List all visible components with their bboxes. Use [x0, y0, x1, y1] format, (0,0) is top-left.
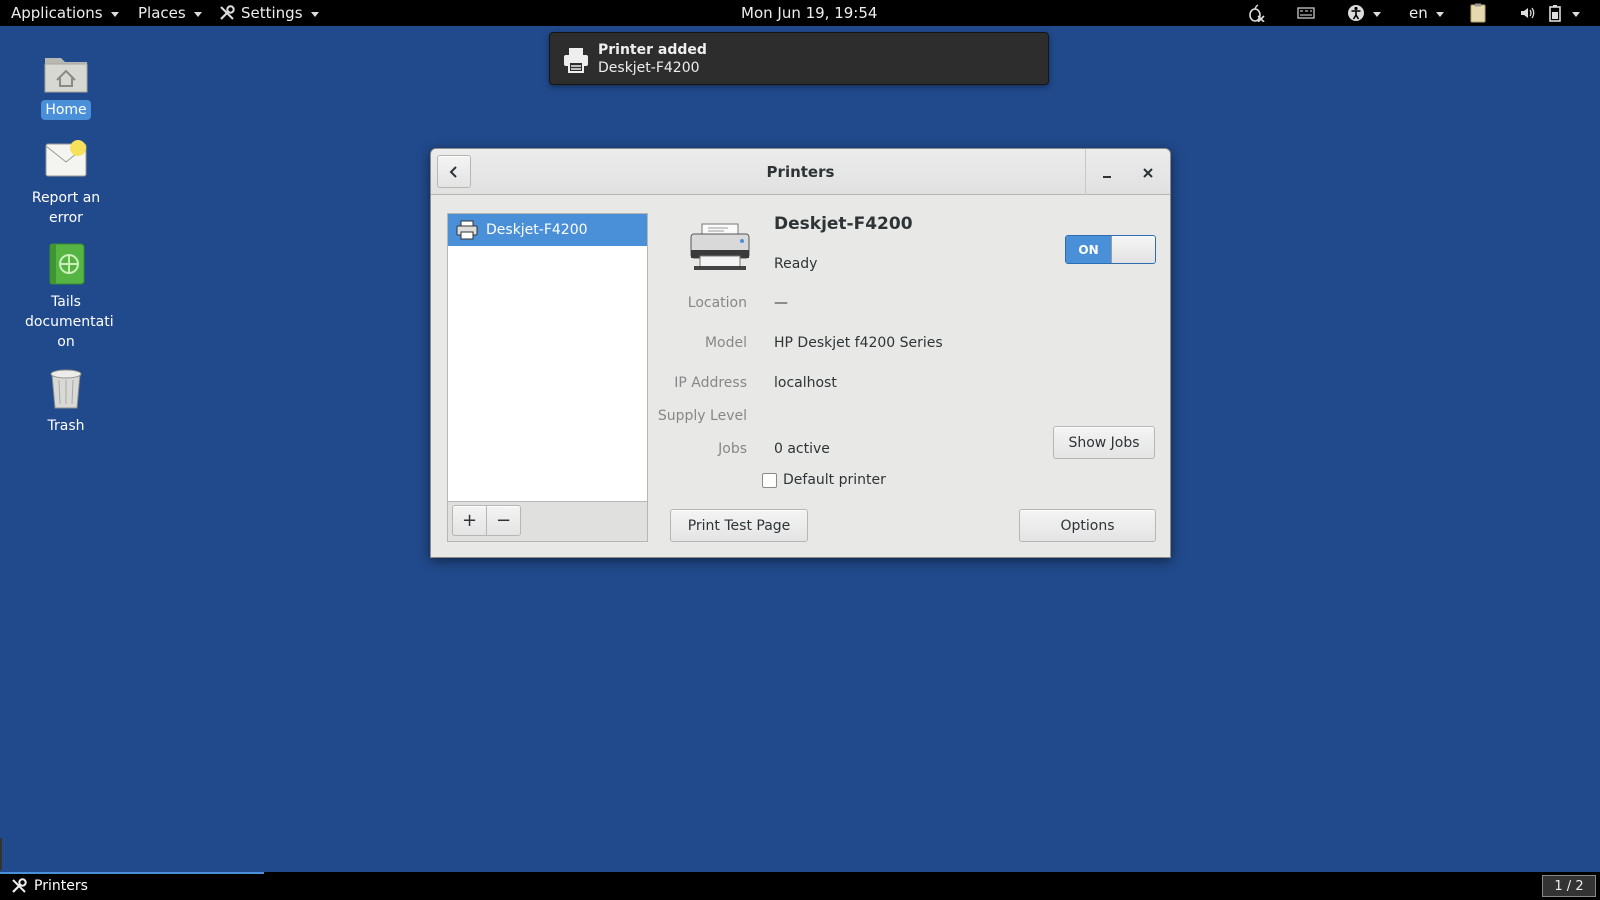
desktop-icon-trash[interactable]: Trash — [16, 364, 116, 436]
printer-icon — [456, 220, 478, 240]
printers-window: Printers Deskjet-F4200 + − Deskjet-F4200… — [430, 148, 1171, 558]
model-label: Model — [704, 335, 747, 351]
printer-list-item-label: Deskjet-F4200 — [486, 222, 588, 238]
places-menu[interactable]: Places — [138, 0, 202, 26]
trash-icon — [42, 364, 90, 412]
chevron-down-icon — [1572, 11, 1580, 17]
applications-menu-label: Applications — [11, 4, 103, 22]
header-separator — [1085, 149, 1086, 195]
close-icon — [1137, 162, 1159, 184]
battery-icon — [1548, 4, 1564, 22]
notification-title: Printer added — [598, 42, 707, 58]
close-button[interactable] — [1137, 162, 1159, 184]
active-task-indicator — [0, 872, 264, 874]
add-printer-label: + — [461, 510, 478, 531]
chevron-down-icon — [193, 11, 202, 17]
printer-list: Deskjet-F4200 + − — [447, 213, 648, 542]
switch-knob — [1111, 236, 1155, 263]
places-menu-label: Places — [138, 4, 186, 22]
workspace-pager-label: 1 / 2 — [1554, 878, 1584, 894]
chevron-down-icon — [1435, 11, 1444, 17]
default-printer-label: Default printer — [783, 472, 886, 488]
printer-enabled-switch[interactable]: ON — [1065, 235, 1156, 264]
default-printer-row[interactable]: Default printer — [762, 472, 886, 488]
settings-menu-label: Settings — [241, 4, 303, 22]
jobs-value: 0 active — [774, 441, 830, 457]
clock[interactable]: Mon Jun 19, 19:54 — [741, 0, 877, 26]
printer-list-toolbar: + − — [448, 501, 647, 541]
desktop-icon-label: Trash — [47, 418, 85, 434]
accessibility-menu[interactable] — [1347, 0, 1381, 26]
network-icon[interactable] — [1297, 4, 1315, 22]
switch-on-label: ON — [1066, 236, 1111, 263]
whisperback-icon — [42, 136, 90, 184]
back-button[interactable] — [437, 155, 471, 188]
clipboard-icon[interactable] — [1469, 3, 1487, 23]
volume-icon[interactable] — [1519, 4, 1537, 22]
options-button[interactable]: Options — [1019, 509, 1156, 542]
jobs-label: Jobs — [718, 441, 747, 457]
ip-address-value: localhost — [774, 375, 837, 391]
desktop-icon-label: Tails documentati on — [25, 294, 114, 350]
applications-menu[interactable]: Applications — [11, 0, 119, 26]
chevron-down-icon — [110, 11, 119, 17]
options-label: Options — [1060, 517, 1115, 534]
printer-status: Ready — [774, 256, 818, 272]
bottom-panel: Printers 1 / 2 — [0, 838, 1600, 900]
notification-banner[interactable]: Printer added Deskjet-F4200 — [549, 32, 1049, 85]
desktop-icon-home[interactable]: Home — [16, 48, 116, 120]
printer-list-item[interactable]: Deskjet-F4200 — [448, 214, 647, 246]
settings-tools-icon — [10, 877, 28, 895]
model-value: HP Deskjet f4200 Series — [774, 335, 943, 351]
tor-onion-icon[interactable] — [1247, 4, 1265, 22]
printer-large-icon — [688, 222, 752, 272]
chevron-down-icon — [1373, 11, 1381, 17]
home-folder-icon — [42, 48, 90, 96]
workspace-edge — [0, 838, 2, 870]
printer-icon — [562, 46, 590, 74]
system-menu[interactable] — [1548, 0, 1580, 26]
minimize-icon — [1096, 162, 1118, 184]
top-panel: Applications Places Settings Mon Jun 19,… — [0, 0, 1600, 26]
desktop-icon-label: Home — [41, 100, 91, 120]
workspace-pager[interactable]: 1 / 2 — [1542, 875, 1596, 897]
ip-address-label: IP Address — [674, 375, 747, 391]
header-bar[interactable]: Printers — [431, 149, 1170, 195]
remove-printer-button[interactable]: − — [486, 505, 521, 536]
settings-menu[interactable]: Settings — [218, 0, 319, 26]
taskbar-item-printers[interactable]: Printers — [10, 877, 88, 895]
tails-documentation-icon — [42, 240, 90, 288]
location-value: — — [774, 295, 788, 311]
print-test-page-label: Print Test Page — [687, 517, 791, 534]
accessibility-icon — [1347, 4, 1365, 22]
remove-printer-label: − — [495, 510, 512, 531]
desktop-icon-tails-documentation[interactable]: Tails documentati on — [16, 240, 116, 352]
chevron-down-icon — [310, 11, 319, 17]
language-label: en — [1409, 4, 1428, 22]
settings-tools-icon — [218, 4, 236, 22]
notification-body: Deskjet-F4200 — [598, 60, 700, 76]
show-jobs-label: Show Jobs — [1068, 434, 1140, 451]
supply-level-label: Supply Level — [657, 408, 747, 424]
add-printer-button[interactable]: + — [452, 505, 487, 536]
taskbar-item-label: Printers — [34, 878, 88, 894]
printer-name: Deskjet-F4200 — [774, 214, 913, 234]
location-label: Location — [687, 295, 747, 311]
show-jobs-button[interactable]: Show Jobs — [1053, 426, 1155, 459]
desktop-icon-report-error[interactable]: Report an error — [16, 136, 116, 228]
language-menu[interactable]: en — [1409, 0, 1444, 26]
desktop-icon-label: Report an error — [31, 190, 101, 226]
default-printer-checkbox[interactable] — [762, 472, 777, 488]
chevron-left-icon — [448, 165, 460, 179]
minimize-button[interactable] — [1096, 162, 1118, 184]
window-title: Printers — [766, 163, 835, 181]
print-test-page-button[interactable]: Print Test Page — [670, 509, 808, 542]
clock-label: Mon Jun 19, 19:54 — [741, 4, 878, 22]
